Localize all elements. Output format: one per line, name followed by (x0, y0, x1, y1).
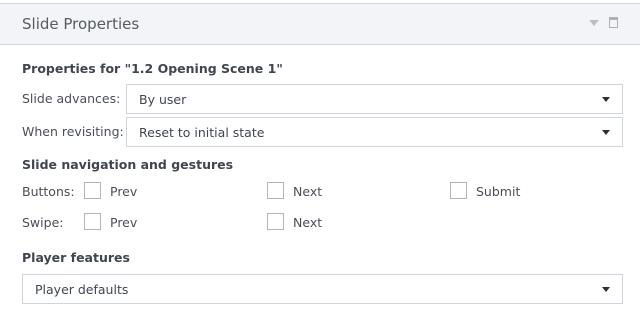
buttons-prev-label: Prev (110, 184, 138, 199)
navigation-heading: Slide navigation and gestures (22, 157, 234, 172)
player-features-value: Player defaults (35, 282, 129, 297)
buttons-label: Buttons: (22, 184, 75, 199)
panel-title: Slide Properties (22, 15, 140, 33)
swipe-prev-label: Prev (110, 215, 138, 230)
dropdown-arrow-icon (602, 97, 610, 102)
swipe-next-label: Next (293, 215, 323, 230)
when-revisiting-dropdown[interactable]: Reset to initial state (126, 117, 623, 147)
buttons-submit-label: Submit (476, 184, 521, 199)
buttons-submit-checkbox[interactable] (450, 182, 467, 199)
buttons-next-checkbox[interactable] (267, 182, 284, 199)
buttons-next-label: Next (293, 184, 323, 199)
player-features-dropdown[interactable]: Player defaults (22, 274, 623, 304)
panel-header: Slide Properties (0, 3, 640, 45)
slide-advances-value: By user (139, 92, 187, 107)
properties-heading: Properties for "1.2 Opening Scene 1" (22, 61, 283, 76)
slide-advances-label: Slide advances: (22, 91, 121, 106)
dropdown-arrow-icon (602, 130, 610, 135)
swipe-prev-checkbox[interactable] (84, 213, 101, 230)
buttons-prev-checkbox[interactable] (84, 182, 101, 199)
when-revisiting-label: When revisiting: (22, 124, 124, 139)
player-features-heading: Player features (22, 250, 130, 265)
dropdown-arrow-icon (602, 287, 610, 292)
swipe-next-checkbox[interactable] (267, 213, 284, 230)
when-revisiting-value: Reset to initial state (139, 125, 265, 140)
swipe-label: Swipe: (22, 215, 64, 230)
slide-advances-dropdown[interactable]: By user (126, 84, 623, 114)
chevron-down-icon[interactable] (589, 20, 599, 26)
window-restore-icon[interactable] (609, 17, 618, 28)
